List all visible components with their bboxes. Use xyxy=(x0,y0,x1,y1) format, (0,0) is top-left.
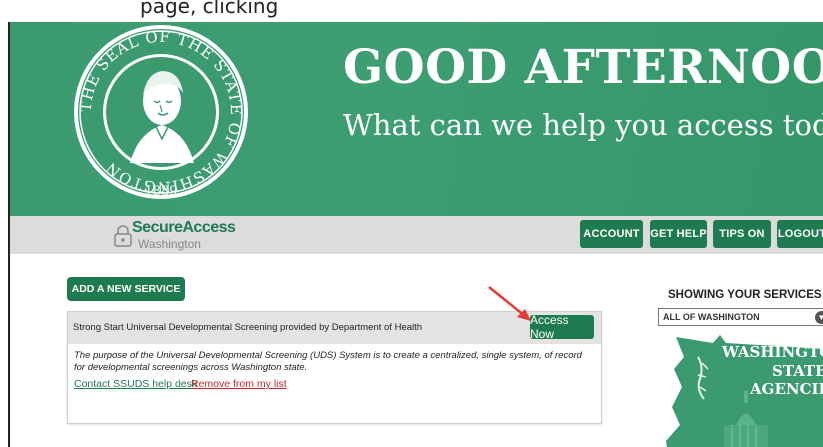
map-title-line3: AGENCIES xyxy=(750,380,823,398)
region-select[interactable]: ALL OF WASHINGTON ▼ xyxy=(658,308,823,326)
showing-services-label: SHOWING YOUR SERVICES FROM xyxy=(668,289,823,301)
secureaccess-logo[interactable]: SecureAccess Washington xyxy=(110,219,240,251)
logout-button[interactable]: LOGOUT xyxy=(777,220,823,248)
browser-frame: THE SEAL OF THE STATE OF WASHINGTON 1889… xyxy=(8,22,823,447)
red-arrow-icon xyxy=(488,286,531,321)
contact-helpdesk-link[interactable]: Contact SSUDS help desk xyxy=(74,378,197,390)
tips-on-button[interactable]: TIPS ON xyxy=(713,220,771,248)
state-seal-icon: THE SEAL OF THE STATE OF WASHINGTON 1889 xyxy=(74,25,248,199)
brand-name: SecureAccess xyxy=(132,219,236,236)
map-title-line2: STATE xyxy=(772,362,823,380)
service-title: Strong Start Universal Developmental Scr… xyxy=(73,322,423,333)
region-selected-value: ALL OF WASHINGTON xyxy=(663,312,760,322)
add-new-service-button[interactable]: ADD A NEW SERVICE xyxy=(67,277,185,301)
greeting-title: GOOD AFTERNOON! xyxy=(343,40,823,95)
access-now-button[interactable]: Access Now xyxy=(530,313,594,341)
service-description: The purpose of the Universal Development… xyxy=(74,350,582,373)
account-button[interactable]: ACCOUNT xyxy=(580,220,643,248)
brand-sub: Washington xyxy=(138,237,201,251)
service-card: Strong Start Universal Developmental Scr… xyxy=(67,311,602,424)
remove-from-list-link[interactable]: Remove from my list xyxy=(191,378,287,390)
caption-text: page, clicking xyxy=(140,0,279,18)
chevron-down-icon: ▼ xyxy=(815,311,823,324)
hero-banner: THE SEAL OF THE STATE OF WASHINGTON 1889… xyxy=(10,22,823,216)
greeting-subtitle: What can we help you access today? xyxy=(343,108,823,142)
get-help-button[interactable]: GET HELP xyxy=(650,220,707,248)
map-title-line1: WASHINGTON xyxy=(722,343,823,361)
seal-year: 1889 xyxy=(144,184,177,199)
